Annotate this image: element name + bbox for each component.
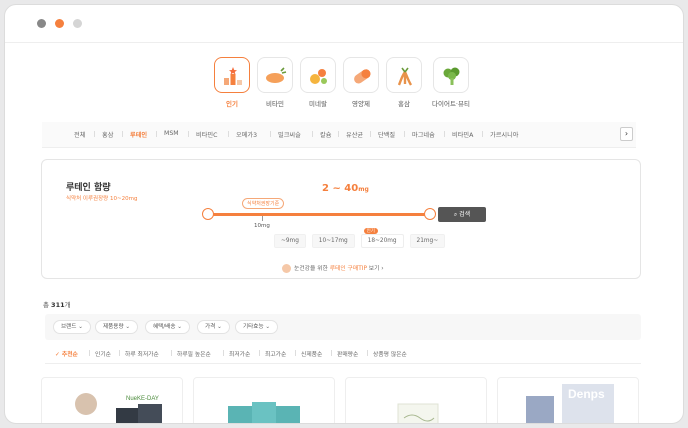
check-icon: ✓ bbox=[55, 352, 62, 358]
subtab-lutein[interactable]: 루테인 bbox=[130, 130, 147, 139]
ginseng-icon bbox=[397, 67, 413, 86]
range-chips: ~9mg 10~17mg 인기 18~20mg 21mg~ bbox=[274, 228, 449, 248]
content-filter-panel: 루테인 함량 식약처 이루권장량 10~20mg 2 ~ 40mg 식약처권장기… bbox=[41, 159, 641, 279]
sort-popular[interactable]: 인기순 bbox=[95, 349, 111, 358]
range-chip[interactable]: ~9mg bbox=[274, 234, 306, 248]
sort-reviews[interactable]: 상품평 많은순 bbox=[373, 349, 407, 358]
product-card[interactable] bbox=[193, 377, 335, 423]
filter-benefit[interactable]: 혜택/배송 ⌄ bbox=[145, 320, 190, 334]
subtab-magnesium[interactable]: 마그네슘 bbox=[412, 130, 435, 139]
filter-efficacy[interactable]: 기타효능 ⌄ bbox=[235, 320, 279, 334]
result-count: 총 311개 bbox=[43, 301, 71, 309]
subtab-red-ginseng[interactable]: 홍삼 bbox=[102, 130, 113, 139]
window-minimize-button[interactable] bbox=[55, 19, 64, 28]
product-image bbox=[228, 402, 300, 423]
product-image bbox=[397, 403, 439, 423]
browser-window: 인기 비타민 미네랄 영양제 홍삼 다이어트·뷰티 전체 홍삼 루테인 MSM … bbox=[4, 4, 684, 424]
category-supplement[interactable]: 영양제 bbox=[341, 57, 381, 108]
filter-brand[interactable]: 브랜드 ⌄ bbox=[53, 320, 91, 334]
filter-price[interactable]: 가격 ⌄ bbox=[197, 320, 230, 334]
sort-bar: ✓ 추천순 인기순 하루 최저가순 하루필 높은순 최저가순 최고가순 신제품순… bbox=[45, 342, 641, 364]
search-button[interactable]: ⌕ 검색 bbox=[438, 207, 486, 222]
subtab-garcinia[interactable]: 가르시니아 bbox=[490, 130, 518, 139]
tip-icon bbox=[282, 264, 291, 273]
sort-newest[interactable]: 신제품순 bbox=[301, 349, 322, 358]
category-bar: 인기 비타민 미네랄 영양제 홍삼 다이어트·뷰티 bbox=[5, 57, 683, 113]
title-bar bbox=[5, 5, 683, 43]
mineral-icon bbox=[310, 69, 327, 84]
subtab-probiotics[interactable]: 유산균 bbox=[346, 130, 363, 139]
subtab-vitamin-a[interactable]: 비타민A bbox=[452, 130, 473, 139]
range-chip[interactable]: 10~17mg bbox=[311, 234, 355, 248]
ingredient-tabs: 전체 홍삼 루테인 MSM 비타민C 오메가3 밀크씨슬 칼슘 유산균 단백질 … bbox=[42, 122, 636, 148]
product-image: NueKE-DAY bbox=[75, 393, 162, 423]
sort-daily-lowest[interactable]: 하루 최저가순 bbox=[125, 349, 159, 358]
tick-label: 10mg bbox=[254, 223, 270, 229]
product-card[interactable]: Denps bbox=[497, 377, 639, 423]
filter-size[interactable]: 제품용량 ⌄ bbox=[95, 320, 139, 334]
product-card[interactable]: NueKE-DAY bbox=[41, 377, 183, 423]
window-close-button[interactable] bbox=[37, 19, 46, 28]
broccoli-icon bbox=[443, 67, 460, 85]
subtab-vitamin-c[interactable]: 비타민C bbox=[196, 130, 217, 139]
panel-title: 루테인 함량 bbox=[66, 183, 111, 193]
carrot-icon bbox=[266, 67, 287, 83]
subtab-milk-thistle[interactable]: 밀크씨슬 bbox=[278, 130, 301, 139]
category-popular[interactable]: 인기 bbox=[212, 57, 252, 108]
range-slider-track[interactable] bbox=[208, 213, 430, 216]
range-chip[interactable]: 인기 18~20mg bbox=[360, 228, 404, 248]
subtab-next-arrow-icon[interactable]: › bbox=[620, 127, 633, 141]
range-chip[interactable]: 21mg~ bbox=[409, 234, 446, 248]
popular-badge: 인기 bbox=[363, 228, 378, 234]
sort-lowest-price[interactable]: 최저가순 bbox=[229, 349, 250, 358]
svg-text:NueKE-DAY: NueKE-DAY bbox=[126, 396, 159, 402]
filter-bar: 브랜드 ⌄ 제품용량 ⌄ 혜택/배송 ⌄ 가격 ⌄ 기타효능 ⌄ bbox=[45, 314, 641, 340]
category-diet-beauty[interactable]: 다이어트·뷰티 bbox=[427, 57, 475, 108]
panel-subtitle: 식약처 이루권장량 10~20mg bbox=[66, 196, 138, 202]
subtab-calcium[interactable]: 칼슘 bbox=[320, 130, 331, 139]
buying-tip-link[interactable]: 눈건강을 위한 루테인 구매TIP 보기 › bbox=[282, 263, 384, 273]
sort-sales[interactable]: 판매량순 bbox=[337, 349, 358, 358]
product-image: Denps bbox=[526, 384, 614, 423]
range-slider-min-handle[interactable] bbox=[202, 208, 214, 220]
sort-daily-highest[interactable]: 하루필 높은순 bbox=[177, 349, 211, 358]
product-card[interactable] bbox=[345, 377, 487, 423]
subtab-omega3[interactable]: 오메가3 bbox=[236, 130, 257, 139]
subtab-protein[interactable]: 단백질 bbox=[378, 130, 395, 139]
window-maximize-button[interactable] bbox=[73, 19, 82, 28]
category-mineral[interactable]: 미네랄 bbox=[298, 57, 338, 108]
sort-highest-price[interactable]: 최고가순 bbox=[265, 349, 286, 358]
category-red-ginseng[interactable]: 홍삼 bbox=[384, 57, 424, 108]
subtab-all[interactable]: 전체 bbox=[74, 130, 85, 139]
category-vitamin[interactable]: 비타민 bbox=[255, 57, 295, 108]
recommend-tick bbox=[262, 216, 263, 221]
sort-recommended[interactable]: ✓ 추천순 bbox=[55, 349, 78, 358]
range-slider-max-handle[interactable] bbox=[424, 208, 436, 220]
svg-text:Denps: Denps bbox=[568, 387, 605, 401]
subtab-msm[interactable]: MSM bbox=[164, 130, 179, 137]
range-value: 2 ~ 40mg bbox=[322, 183, 369, 194]
trophy-icon bbox=[224, 67, 242, 85]
capsule-icon bbox=[354, 69, 371, 84]
recommend-badge: 식약처권장기준 bbox=[242, 198, 285, 209]
